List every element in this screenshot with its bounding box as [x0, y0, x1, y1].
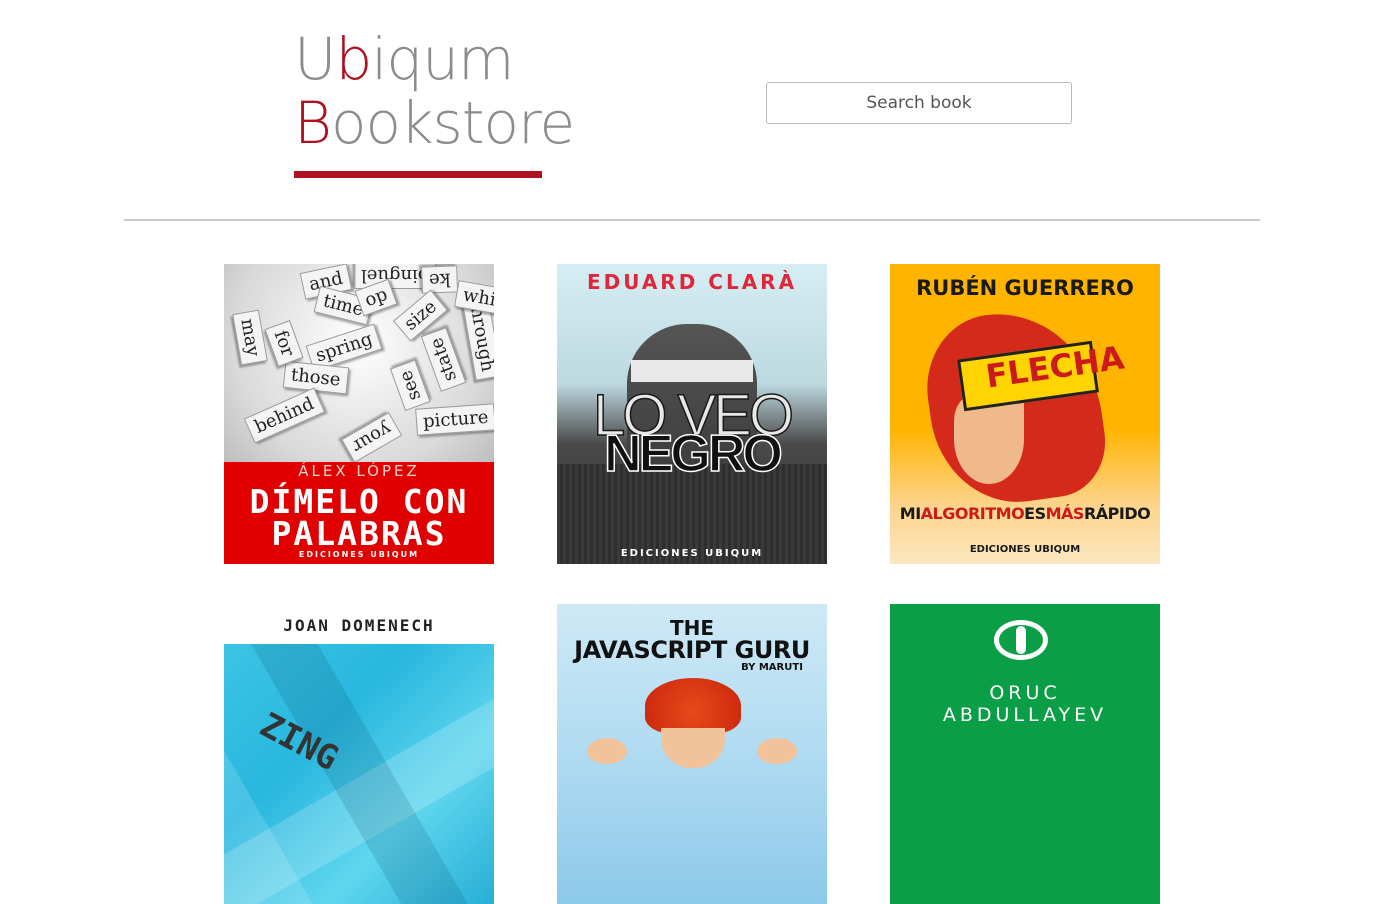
logo-underline	[294, 171, 542, 178]
book-author: ÁLEX LÓPEZ	[298, 462, 420, 480]
book-card-flecha[interactable]: RUBÉN GUERRERO FLECHA MIALGORITMOESMÁSRÁ…	[890, 264, 1160, 564]
book-author: JOAN DOMENECH	[283, 616, 435, 635]
word-tile: those	[282, 360, 349, 395]
book-card-dimelo-con-palabras[interactable]: and pinguel ke time op size spring those…	[224, 264, 494, 564]
logo[interactable]: Ubiqum Bookstore	[294, 25, 575, 178]
word-tile: your	[340, 412, 403, 463]
word-tile: picture	[415, 403, 494, 436]
book-author: EDUARD CLARÀ	[586, 270, 798, 294]
book-title-line2: PALABRAS	[271, 514, 447, 553]
word-tile: ke	[421, 265, 459, 294]
book-publisher: EDICIONES UBIQUM	[298, 550, 420, 559]
book-byline: BY MARUTI	[741, 662, 803, 673]
book-cover-art: and pinguel ke time op size spring those…	[224, 264, 494, 463]
word-tile: may	[232, 309, 268, 366]
book-cover-left-hand	[587, 738, 627, 764]
book-cover-emblem-figure	[1016, 626, 1026, 654]
word-tile: state	[420, 327, 467, 392]
logo-line-ubiqum: Ubiqum	[294, 25, 514, 93]
book-publisher: EDICIONES UBIQUM	[969, 544, 1081, 555]
book-title-line2: JAVASCRIPT GURU	[574, 636, 810, 664]
book-cover-guru-face	[661, 728, 725, 768]
book-card-javascript-guru[interactable]: THE JAVASCRIPT GURU BY MARUTI	[557, 604, 827, 904]
book-cover-blindfold	[631, 360, 753, 382]
word-tile: whi	[454, 280, 494, 315]
book-author: RUBÉN GUERRERO	[916, 276, 1134, 300]
word-tile: for	[264, 320, 304, 367]
book-cover-right-hand	[757, 738, 797, 764]
book-card-oruc-abdullayev[interactable]: ORUC ABDULLAYEV	[890, 604, 1160, 904]
book-card-lo-veo-negro[interactable]: EDUARD CLARÀ LO VEO NEGRO EDICIONES UBIQ…	[557, 264, 827, 564]
book-card-joan-domenech[interactable]: JOAN DOMENECH ZING	[224, 604, 494, 904]
book-tagline: MIALGORITMOESMÁSRÁPIDO	[899, 504, 1151, 523]
book-title-line2: NEGRO	[603, 424, 783, 484]
word-tile: see	[389, 359, 431, 412]
word-tile: behind	[243, 387, 325, 444]
search-input[interactable]	[766, 82, 1072, 124]
book-cover-turban	[645, 678, 741, 734]
book-publisher: EDICIONES UBIQUM	[620, 548, 764, 559]
book-author-line2: ABDULLAYEV	[942, 704, 1108, 726]
logo-line-bookstore: Bookstore	[294, 89, 575, 157]
book-author-line1: ORUC	[989, 682, 1061, 704]
header-divider	[124, 219, 1260, 221]
